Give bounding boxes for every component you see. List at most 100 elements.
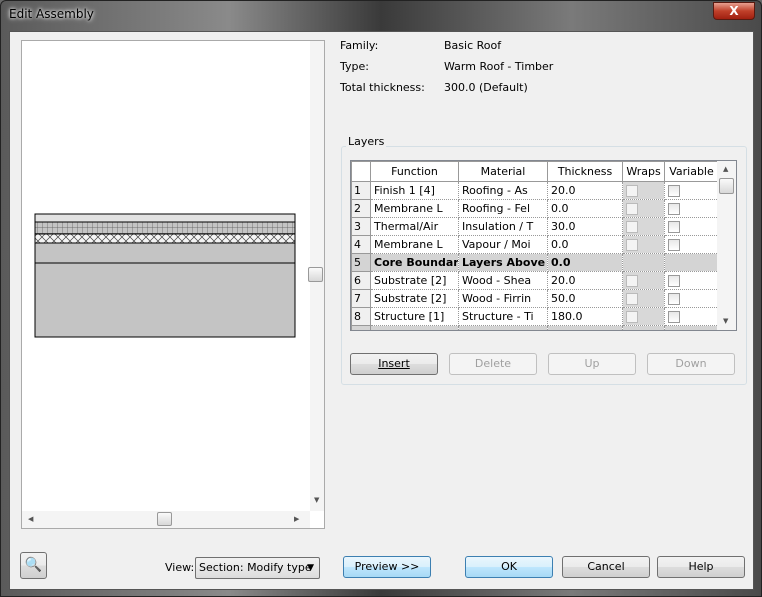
scroll-down-icon[interactable]: ▼	[723, 317, 728, 325]
scroll-left-icon[interactable]: ◀	[28, 515, 33, 523]
wraps-cell[interactable]	[622, 199, 665, 218]
wraps-checkbox[interactable]	[626, 221, 638, 233]
table-row[interactable]: 8 Structure [1] Structure - Ti 180.0	[351, 307, 719, 326]
wraps-checkbox[interactable]	[626, 293, 638, 305]
preview-button[interactable]: Preview >>	[343, 556, 431, 578]
horizontal-scroll-thumb[interactable]	[157, 512, 172, 526]
view-select[interactable]: Section: Modify type ▼	[195, 557, 320, 579]
header-function[interactable]: Function	[370, 161, 459, 182]
variable-checkbox[interactable]	[668, 221, 680, 233]
material-cell[interactable]: Layers Below	[458, 325, 548, 330]
header-variable[interactable]: Variable	[664, 161, 719, 182]
row-number[interactable]: 8	[351, 307, 371, 326]
help-button[interactable]: Help	[657, 556, 745, 578]
function-cell[interactable]: Membrane L	[370, 199, 459, 218]
preview-horizontal-scrollbar[interactable]: ◀ ▶	[22, 511, 310, 528]
row-number[interactable]: 6	[351, 271, 371, 290]
delete-button[interactable]: Delete	[449, 353, 537, 375]
up-button[interactable]: Up	[548, 353, 636, 375]
row-number[interactable]: 1	[351, 181, 371, 200]
row-number[interactable]: 9	[351, 325, 371, 330]
table-row[interactable]: 3 Thermal/Air Insulation / T 30.0	[351, 217, 719, 236]
thickness-cell[interactable]: 20.0	[547, 181, 623, 200]
table-row[interactable]: 9 Core Boundary Layers Below 0.0	[351, 325, 719, 330]
variable-cell[interactable]	[664, 289, 719, 308]
wraps-checkbox[interactable]	[626, 275, 638, 287]
wraps-checkbox[interactable]	[626, 203, 638, 215]
variable-cell[interactable]	[664, 271, 719, 290]
variable-cell[interactable]	[664, 235, 719, 254]
variable-checkbox[interactable]	[668, 293, 680, 305]
thickness-cell[interactable]: 20.0	[547, 271, 623, 290]
variable-cell[interactable]	[664, 181, 719, 200]
table-row[interactable]: 4 Membrane L Vapour / Moi 0.0	[351, 235, 719, 254]
row-number[interactable]: 3	[351, 217, 371, 236]
function-cell[interactable]: Structure [1]	[370, 307, 459, 326]
table-row[interactable]: 2 Membrane L Roofing - Fel 0.0	[351, 199, 719, 218]
table-row[interactable]: 6 Substrate [2] Wood - Shea 20.0	[351, 271, 719, 290]
table-vertical-scrollbar[interactable]: ▲ ▼	[717, 161, 736, 330]
wraps-cell[interactable]	[622, 235, 665, 254]
splitter-handle[interactable]	[308, 267, 323, 282]
variable-cell[interactable]	[664, 307, 719, 326]
down-button[interactable]: Down	[647, 353, 735, 375]
table-row[interactable]: 1 Finish 1 [4] Roofing - As 20.0	[351, 181, 719, 200]
variable-cell[interactable]	[664, 199, 719, 218]
function-cell[interactable]: Substrate [2]	[370, 289, 459, 308]
variable-checkbox[interactable]	[668, 203, 680, 215]
wraps-checkbox[interactable]	[626, 311, 638, 323]
thickness-cell[interactable]: 0.0	[547, 325, 623, 330]
variable-cell[interactable]	[664, 217, 719, 236]
wraps-checkbox[interactable]	[626, 239, 638, 251]
row-number[interactable]: 4	[351, 235, 371, 254]
cancel-button[interactable]: Cancel	[562, 556, 650, 578]
function-cell[interactable]: Core Boundary	[370, 253, 459, 272]
wraps-cell[interactable]	[622, 271, 665, 290]
material-cell[interactable]: Roofing - As	[458, 181, 548, 200]
table-row[interactable]: 5 Core Boundary Layers Above 0.0	[351, 253, 719, 272]
wraps-cell[interactable]	[622, 181, 665, 200]
ok-button[interactable]: OK	[465, 556, 553, 578]
close-button[interactable]: X	[713, 2, 755, 20]
material-cell[interactable]: Wood - Shea	[458, 271, 548, 290]
material-cell[interactable]: Insulation / T	[458, 217, 548, 236]
thickness-cell[interactable]: 50.0	[547, 289, 623, 308]
wraps-cell[interactable]	[622, 217, 665, 236]
header-thickness[interactable]: Thickness	[547, 161, 623, 182]
thickness-cell[interactable]: 0.0	[547, 199, 623, 218]
row-number[interactable]: 5	[351, 253, 371, 272]
scroll-up-icon[interactable]: ▲	[723, 165, 728, 173]
wraps-cell[interactable]	[622, 289, 665, 308]
variable-checkbox[interactable]	[668, 311, 680, 323]
function-cell[interactable]: Finish 1 [4]	[370, 181, 459, 200]
material-cell[interactable]: Layers Above	[458, 253, 548, 272]
wraps-checkbox[interactable]	[626, 185, 638, 197]
variable-checkbox[interactable]	[668, 275, 680, 287]
header-material[interactable]: Material	[458, 161, 548, 182]
thickness-cell[interactable]: 30.0	[547, 217, 623, 236]
function-cell[interactable]: Substrate [2]	[370, 271, 459, 290]
material-cell[interactable]: Wood - Firrin	[458, 289, 548, 308]
header-wraps[interactable]: Wraps	[622, 161, 665, 182]
function-cell[interactable]: Membrane L	[370, 235, 459, 254]
thickness-cell[interactable]: 180.0	[547, 307, 623, 326]
material-cell[interactable]: Roofing - Fel	[458, 199, 548, 218]
wraps-cell[interactable]	[622, 307, 665, 326]
layers-table[interactable]: Function Material Thickness Wraps Variab…	[350, 160, 737, 331]
thickness-cell[interactable]: 0.0	[547, 235, 623, 254]
material-cell[interactable]: Vapour / Moi	[458, 235, 548, 254]
table-row[interactable]: 7 Substrate [2] Wood - Firrin 50.0	[351, 289, 719, 308]
row-number[interactable]: 2	[351, 199, 371, 218]
function-cell[interactable]: Core Boundary	[370, 325, 459, 330]
insert-button[interactable]: Insert	[350, 353, 438, 375]
zoom-icon[interactable]: 🔍	[20, 552, 47, 579]
function-cell[interactable]: Thermal/Air	[370, 217, 459, 236]
material-cell[interactable]: Structure - Ti	[458, 307, 548, 326]
scroll-right-icon[interactable]: ▶	[294, 515, 299, 523]
variable-checkbox[interactable]	[668, 239, 680, 251]
variable-checkbox[interactable]	[668, 185, 680, 197]
table-scroll-thumb[interactable]	[719, 178, 734, 194]
thickness-cell[interactable]: 0.0	[547, 253, 623, 272]
row-number[interactable]: 7	[351, 289, 371, 308]
scroll-down-icon[interactable]: ▼	[314, 496, 319, 504]
